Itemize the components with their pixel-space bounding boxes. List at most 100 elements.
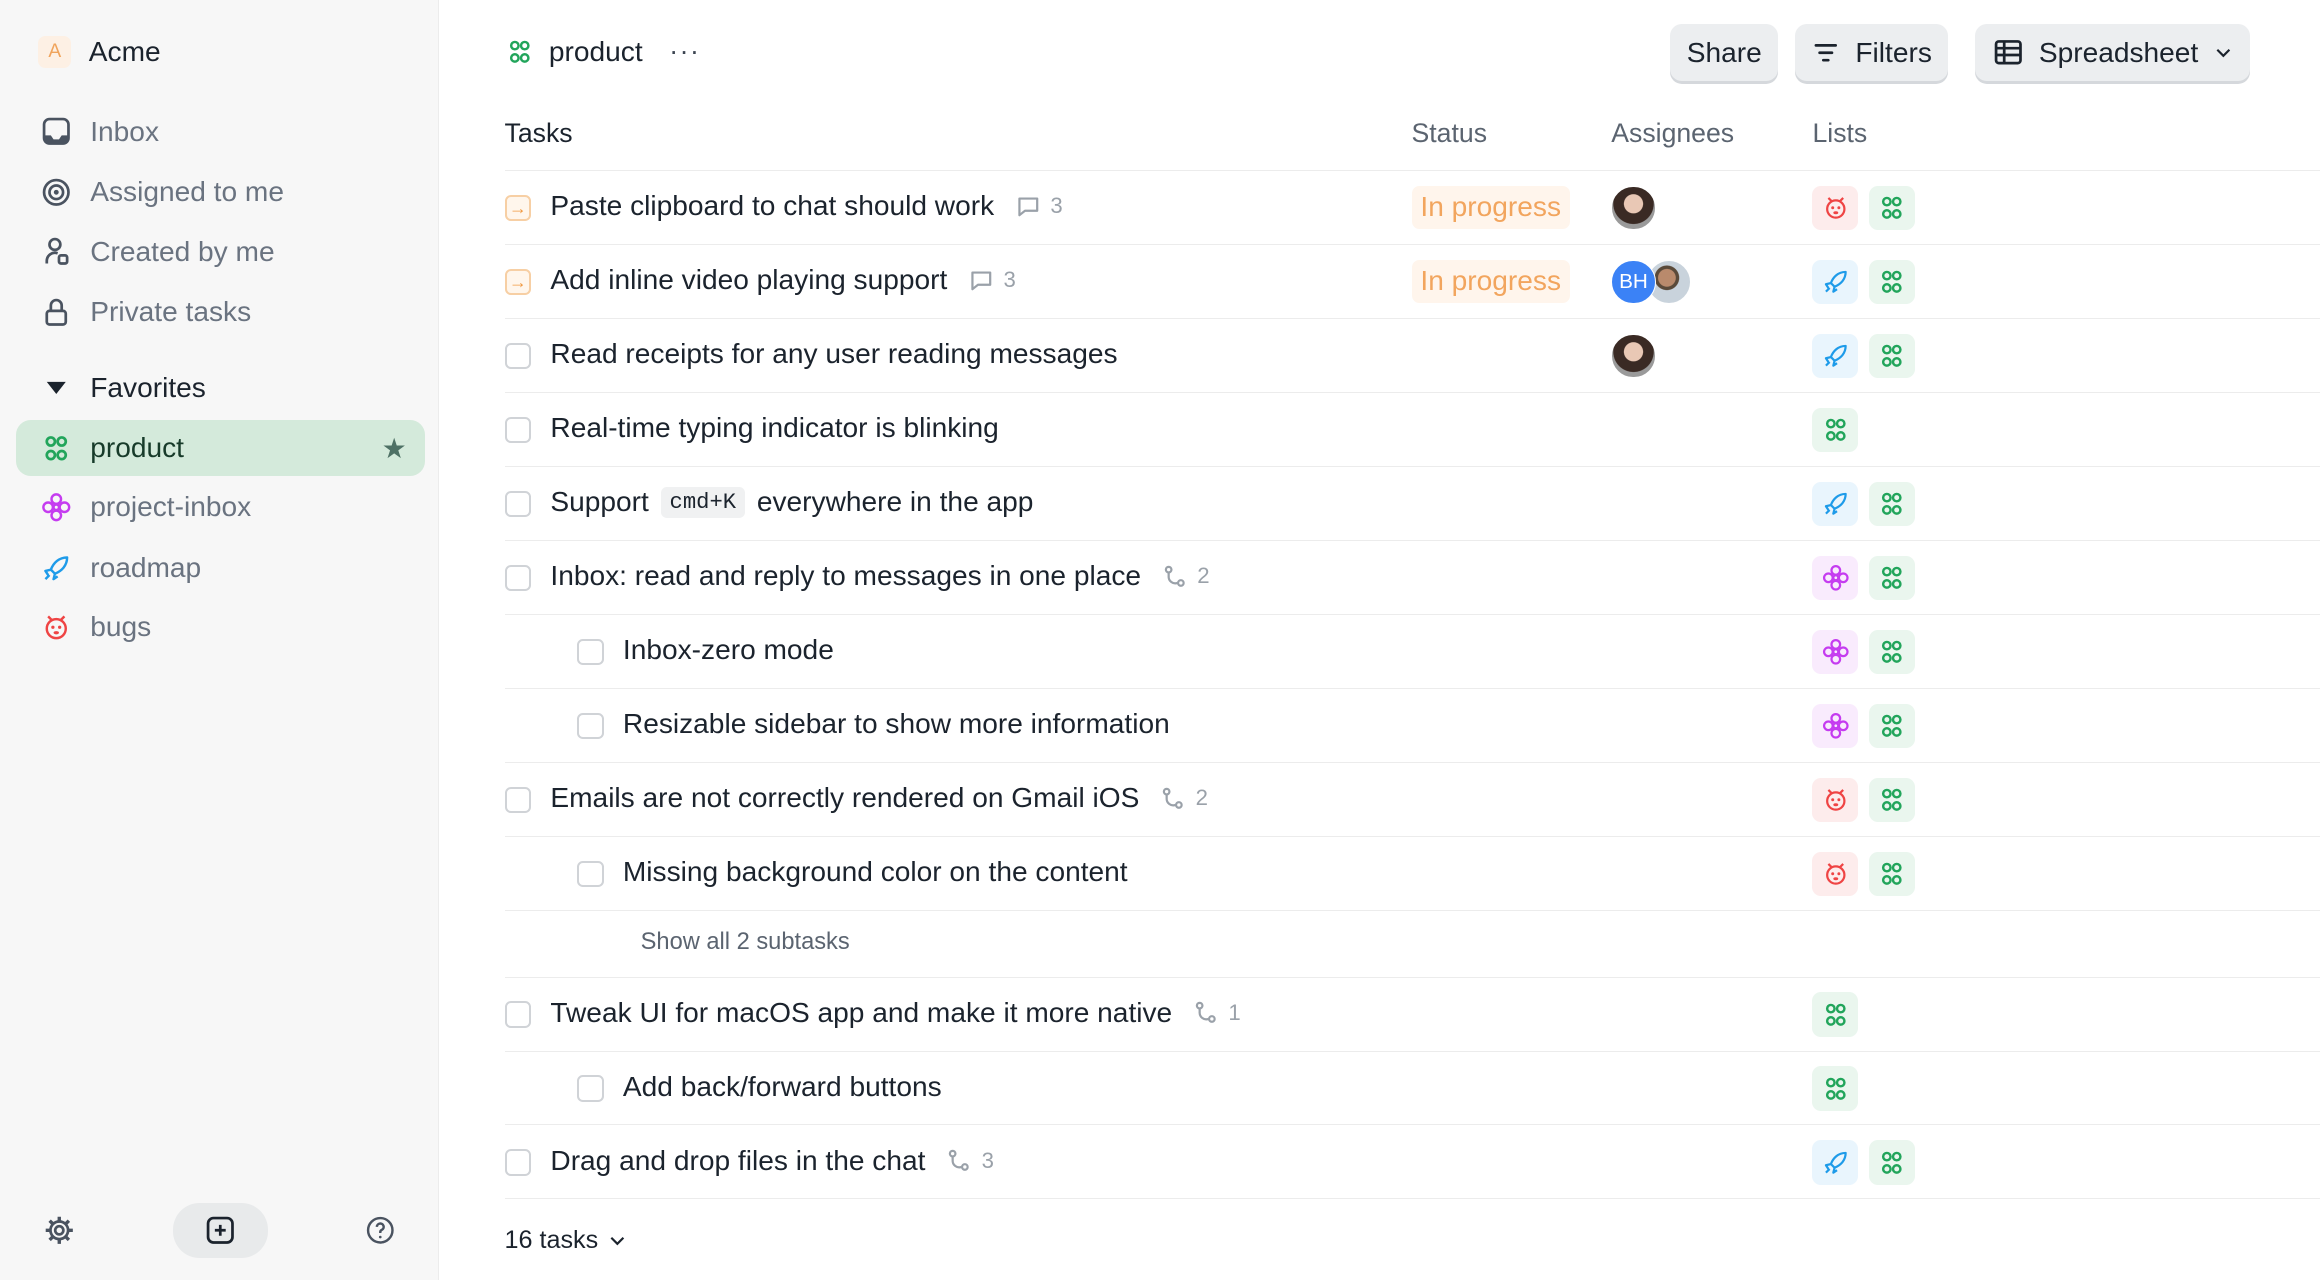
list-tag-rocket[interactable] bbox=[1812, 333, 1859, 379]
task-checkbox[interactable] bbox=[577, 1075, 604, 1102]
list-tag-product[interactable] bbox=[1812, 1066, 1859, 1111]
list-tag-product[interactable] bbox=[1868, 1140, 1915, 1185]
task-row[interactable]: → Add inline video playing support 3 In pro… bbox=[504, 244, 2320, 318]
new-task-button[interactable] bbox=[173, 1202, 268, 1258]
task-title[interactable]: Emails are not correctly rendered on Gma… bbox=[550, 782, 1208, 814]
task-title[interactable]: Add back/forward buttons bbox=[623, 1071, 942, 1103]
task-title[interactable]: Resizable sidebar to show more informati… bbox=[623, 708, 1170, 740]
task-row[interactable]: Drag and drop files in the chat 3 bbox=[504, 1124, 2320, 1198]
subtask-row[interactable]: Missing background color on the content bbox=[504, 835, 2320, 910]
column-header-tasks[interactable]: Tasks bbox=[505, 118, 573, 149]
task-checkbox[interactable] bbox=[504, 490, 532, 518]
column-header-status[interactable]: Status bbox=[1412, 118, 1487, 149]
filters-button[interactable]: Filters bbox=[1794, 23, 1949, 82]
list-tag-product[interactable] bbox=[1868, 629, 1915, 675]
list-tag-flower[interactable] bbox=[1812, 703, 1859, 749]
column-header-lists[interactable]: Lists bbox=[1813, 118, 1868, 149]
task-row[interactable]: Support cmd+K everywhere in the app bbox=[504, 466, 2320, 540]
sidebar-item-created-by-me[interactable]: Created by me bbox=[16, 223, 424, 279]
task-title[interactable]: Add inline video playing support 3 bbox=[550, 264, 1015, 296]
task-row[interactable]: → Paste clipboard to chat should work 3 In … bbox=[504, 170, 2320, 244]
list-tag-product[interactable] bbox=[1868, 481, 1915, 527]
task-checkbox[interactable] bbox=[504, 564, 532, 592]
column-header-assignees[interactable]: Assignees bbox=[1611, 118, 1734, 149]
list-tag-product[interactable] bbox=[1868, 185, 1915, 231]
sidebar-item-inbox[interactable]: Inbox bbox=[16, 104, 424, 160]
in-progress-status-icon[interactable]: → bbox=[504, 268, 532, 296]
subtask-row[interactable]: Add back/forward buttons bbox=[504, 1050, 2320, 1125]
sidebar-item-private-tasks[interactable]: Private tasks bbox=[16, 284, 424, 340]
task-row[interactable]: Read receipts for any user reading messa… bbox=[504, 318, 2320, 392]
sidebar-item-roadmap[interactable]: roadmap bbox=[16, 540, 424, 596]
help-button[interactable] bbox=[364, 1206, 397, 1255]
list-tag-rocket[interactable] bbox=[1812, 1140, 1859, 1185]
list-tag-bug[interactable] bbox=[1812, 777, 1859, 823]
favorites-section-toggle[interactable]: Favorites bbox=[16, 360, 424, 416]
list-tag-bug[interactable] bbox=[1812, 185, 1859, 231]
status-badge[interactable]: In progress bbox=[1411, 259, 1570, 303]
task-title[interactable]: Tweak UI for macOS app and make it more … bbox=[550, 997, 1240, 1029]
list-tag-product[interactable] bbox=[1868, 333, 1915, 379]
list-tag-product[interactable] bbox=[1868, 777, 1915, 823]
task-meta: 3 bbox=[1015, 193, 1063, 220]
share-button[interactable]: Share bbox=[1670, 23, 1778, 82]
list-tag-bug[interactable] bbox=[1812, 851, 1859, 897]
in-progress-status-icon[interactable]: → bbox=[504, 194, 532, 222]
list-tag-flower[interactable] bbox=[1812, 555, 1859, 601]
page-header: product ··· bbox=[505, 36, 701, 68]
task-checkbox[interactable] bbox=[577, 712, 604, 740]
task-checkbox[interactable] bbox=[577, 860, 604, 888]
settings-button[interactable] bbox=[43, 1206, 76, 1255]
task-title[interactable]: Real-time typing indicator is blinking bbox=[550, 412, 998, 444]
subtask-row[interactable]: Inbox-zero mode bbox=[504, 614, 2320, 688]
task-title[interactable]: Drag and drop files in the chat 3 bbox=[550, 1145, 994, 1177]
task-title[interactable]: Read receipts for any user reading messa… bbox=[550, 338, 1117, 370]
task-title[interactable]: Inbox-zero mode bbox=[623, 634, 834, 666]
list-tag-product[interactable] bbox=[1812, 407, 1859, 453]
task-row[interactable]: Tweak UI for macOS app and make it more … bbox=[504, 976, 2320, 1051]
task-checkbox[interactable] bbox=[504, 342, 532, 370]
workspace-logo: A bbox=[38, 35, 72, 69]
more-options-button[interactable]: ··· bbox=[669, 36, 700, 67]
show-all-subtasks-link[interactable]: Show all 2 subtasks bbox=[641, 929, 850, 956]
task-row[interactable]: Inbox: read and reply to messages in one… bbox=[504, 540, 2320, 614]
assignees[interactable] bbox=[1611, 185, 1656, 231]
list-tags bbox=[1812, 555, 1915, 601]
task-checkbox[interactable] bbox=[504, 1149, 532, 1176]
product-icon bbox=[1881, 344, 1902, 368]
task-count-toggle[interactable]: 16 tasks bbox=[505, 1226, 628, 1255]
list-tag-product[interactable] bbox=[1868, 555, 1915, 601]
sidebar-item-project-inbox[interactable]: project-inbox bbox=[16, 479, 424, 535]
list-tag-product[interactable] bbox=[1868, 259, 1915, 305]
sidebar-footer bbox=[0, 1191, 439, 1280]
avatar bbox=[1611, 185, 1656, 231]
task-title[interactable]: Support cmd+K everywhere in the app bbox=[550, 486, 1033, 518]
task-checkbox[interactable] bbox=[504, 1001, 532, 1028]
task-title[interactable]: Paste clipboard to chat should work 3 bbox=[550, 190, 1062, 222]
view-switcher[interactable]: Spreadsheet bbox=[1975, 23, 2250, 82]
show-all-subtasks-row[interactable]: Show all 2 subtasks bbox=[504, 909, 2320, 977]
status-badge[interactable]: In progress bbox=[1411, 185, 1570, 229]
task-title[interactable]: Inbox: read and reply to messages in one… bbox=[550, 560, 1209, 592]
task-checkbox[interactable] bbox=[504, 786, 532, 814]
task-checkbox[interactable] bbox=[577, 638, 604, 666]
star-icon[interactable]: ★ bbox=[382, 432, 407, 465]
task-checkbox[interactable] bbox=[504, 416, 532, 444]
list-tag-product[interactable] bbox=[1812, 992, 1859, 1037]
workspace-switcher[interactable]: A Acme bbox=[38, 35, 161, 69]
assignees[interactable]: BH bbox=[1611, 259, 1692, 305]
list-tag-rocket[interactable] bbox=[1812, 259, 1859, 305]
subtask-row[interactable]: Resizable sidebar to show more informati… bbox=[504, 688, 2320, 762]
task-title[interactable]: Missing background color on the content bbox=[623, 856, 1128, 888]
list-tag-product[interactable] bbox=[1868, 703, 1915, 749]
list-tag-flower[interactable] bbox=[1812, 629, 1859, 675]
product-icon bbox=[1881, 197, 1902, 220]
sidebar-item-assigned-to-me[interactable]: Assigned to me bbox=[16, 164, 424, 220]
list-tag-product[interactable] bbox=[1868, 851, 1915, 897]
task-row[interactable]: Real-time typing indicator is blinking bbox=[504, 392, 2320, 466]
list-tag-rocket[interactable] bbox=[1812, 481, 1859, 527]
assignees[interactable] bbox=[1611, 333, 1656, 379]
sidebar-item-bugs[interactable]: bugs bbox=[16, 599, 424, 655]
sidebar-item-product[interactable]: product ★ bbox=[16, 420, 425, 477]
task-row[interactable]: Emails are not correctly rendered on Gma… bbox=[504, 761, 2320, 836]
